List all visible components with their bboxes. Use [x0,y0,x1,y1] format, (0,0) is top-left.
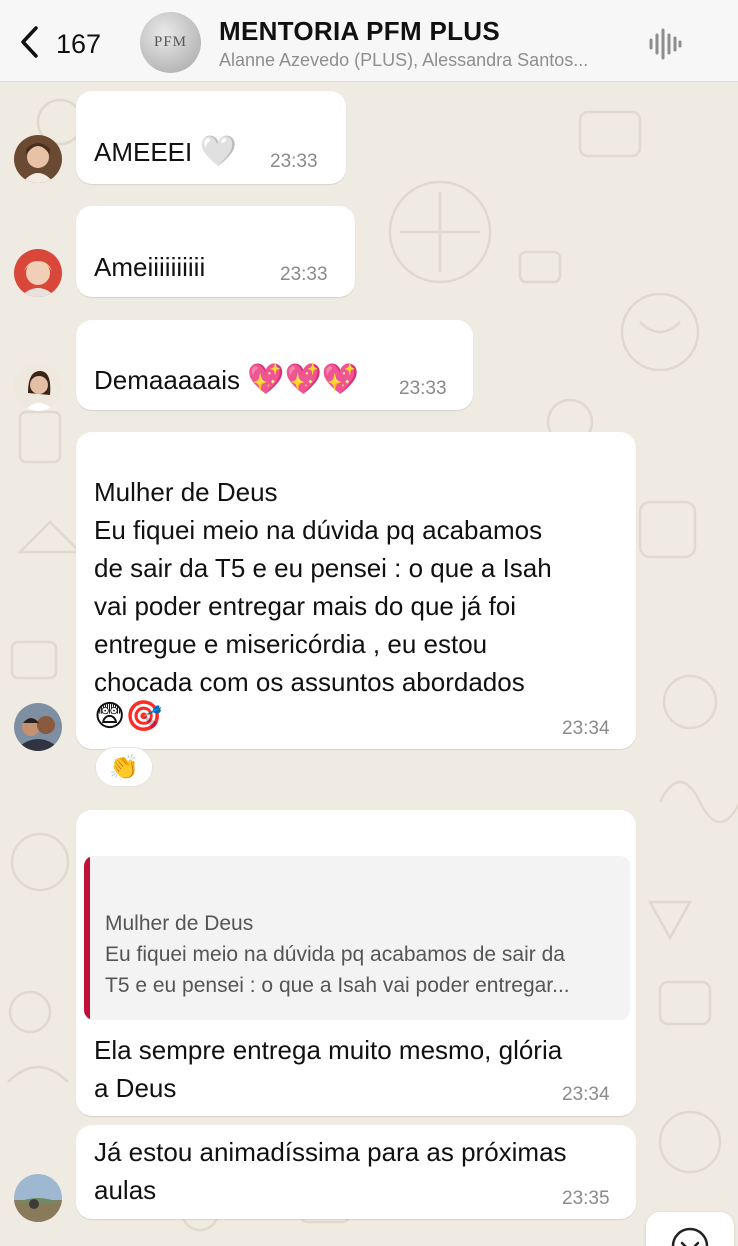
message-text: Ameiiiiiiiiii [94,252,206,282]
message-time: 23:34 [562,1084,610,1105]
chevron-down-icon [670,1226,710,1246]
quote-accent-bar [84,856,90,1020]
group-title[interactable]: MENTORIA PFM PLUS [219,16,500,47]
clapping-hands-emoji: 👏 [109,753,139,781]
message-bubble[interactable]: Já estou animadíssima para as próximas a… [76,1125,636,1219]
fearful-target-emoji: 😨🎯 [94,700,163,733]
message-line: Eu fiquei meio na dúvida pq acabamos [94,515,543,545]
unread-count: 167 [56,29,102,59]
message-text: AMEEEI 🤍 [94,133,237,171]
group-avatar-text: PFM [153,34,188,50]
avatar[interactable] [14,249,62,297]
message-line: Ela sempre entrega muito mesmo, glória [94,1035,563,1065]
message-text-content: AMEEEI [94,137,193,167]
back-button[interactable]: 167 [18,24,101,65]
reaction-badge[interactable]: 👏 [95,747,153,787]
message-text: Demaaaaais 💖💖💖 [94,361,359,399]
group-members[interactable]: Alanne Azevedo (PLUS), Alessandra Santos… [219,50,629,71]
message-time: 23:33 [280,264,328,285]
avatar[interactable] [14,1174,62,1222]
audio-wave-icon[interactable] [648,27,682,66]
message-time: 23:34 [562,718,610,739]
message-time: 23:33 [270,151,318,172]
message-bubble[interactable]: Ameiiiiiiiiii 23:33 [76,206,355,297]
quoted-text: T5 e eu pensei : o que a Isah vai poder … [105,974,570,997]
quoted-sender: Mulher de Deus [105,912,254,935]
avatar[interactable] [14,363,62,411]
message-line: de sair da T5 e eu pensei : o que a Isah [94,553,552,583]
message-line: entregue e misericórdia , eu estou [94,629,488,659]
sparkling-heart-emoji: 💖💖💖 [247,363,360,396]
message-line: a Deus [94,1073,177,1103]
avatar[interactable] [14,703,62,751]
message-line: Mulher de Deus [94,477,278,507]
group-avatar[interactable]: PFM [140,12,201,73]
quoted-text: Eu fiquei meio na dúvida pq acabamos de … [105,943,565,966]
chevron-left-icon [18,24,42,65]
scroll-to-bottom-button[interactable] [646,1212,734,1246]
message-line: Já estou animadíssima para as próximas [94,1137,567,1167]
message-line: vai poder entregar mais do que já foi [94,591,517,621]
message-bubble[interactable]: Mulher de Deus Eu fiquei meio na dúvida … [76,432,636,749]
message-time: 23:35 [562,1188,610,1209]
message-time: 23:33 [399,378,447,399]
white-heart-emoji: 🤍 [199,135,237,168]
chat-header: 167 PFM MENTORIA PFM PLUS Alanne Azevedo… [0,0,738,82]
quoted-message[interactable]: Mulher de Deus Eu fiquei meio na dúvida … [84,856,630,1020]
message-text-content: Demaaaaais [94,365,240,395]
message-line: aulas [94,1175,157,1205]
avatar[interactable] [14,135,62,183]
message-bubble[interactable]: Demaaaaais 💖💖💖 23:33 [76,320,473,410]
message-line: chocada com os assuntos abordados [94,667,525,697]
message-bubble[interactable]: AMEEEI 🤍 23:33 [76,91,346,184]
